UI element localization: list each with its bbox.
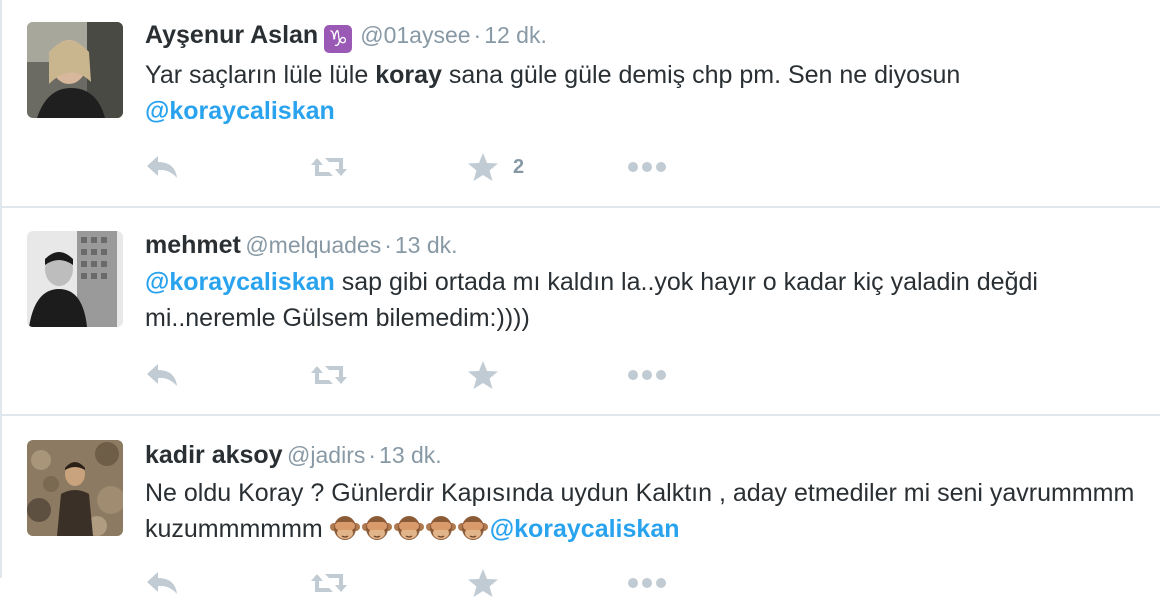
more-button[interactable] bbox=[627, 358, 667, 392]
see-no-evil-monkey-icon bbox=[329, 516, 360, 540]
more-button[interactable] bbox=[627, 150, 667, 184]
star-icon bbox=[468, 569, 498, 597]
separator: · bbox=[384, 232, 392, 258]
see-no-evil-monkey-icon bbox=[457, 516, 488, 540]
user-name[interactable]: Ayşenur Aslan bbox=[145, 21, 318, 49]
tweet-header: kadir aksoy @jadirs · 13 dk. bbox=[145, 438, 442, 472]
more-button[interactable] bbox=[627, 566, 667, 600]
see-no-evil-monkey-icon bbox=[425, 516, 456, 540]
retweet-button[interactable] bbox=[309, 150, 349, 184]
avatar[interactable] bbox=[27, 22, 123, 118]
avatar[interactable] bbox=[27, 231, 123, 327]
favorite-button[interactable]: 2 bbox=[467, 150, 524, 184]
separator: · bbox=[473, 22, 482, 48]
mention-link[interactable]: @koraycaliskan bbox=[145, 97, 335, 125]
tweet-header: mehmet @melquades · 13 dk. bbox=[145, 228, 458, 262]
user-name[interactable]: mehmet bbox=[145, 231, 241, 259]
avatar-image bbox=[27, 231, 123, 327]
retweet-icon bbox=[311, 574, 347, 592]
capricorn-badge-icon: ♑ bbox=[324, 25, 353, 53]
user-handle[interactable]: @melquades bbox=[245, 232, 381, 258]
tweet[interactable]: kadir aksoy @jadirs · 13 dk. Ne oldu Koray… bbox=[0, 416, 1160, 597]
more-icon bbox=[628, 370, 666, 380]
reply-icon bbox=[147, 572, 177, 594]
text-part: Yar saçların lüle lüle bbox=[145, 61, 376, 89]
tweet-text: Yar saçların lüle lüle koray sana güle g… bbox=[145, 57, 1145, 129]
tweet-text: @koraycaliskan sap gibi ortada mı kaldın… bbox=[145, 264, 1145, 336]
retweet-button[interactable] bbox=[309, 566, 349, 600]
favorite-button[interactable] bbox=[467, 358, 499, 392]
user-handle[interactable]: @jadirs bbox=[287, 442, 365, 468]
tweet[interactable]: Ayşenur Aslan ♑ @01aysee · 12 dk. Yar saçlar… bbox=[0, 0, 1160, 208]
tweet-header: Ayşenur Aslan ♑ @01aysee · 12 dk. bbox=[145, 18, 547, 53]
avatar[interactable] bbox=[27, 440, 123, 536]
user-name[interactable]: kadir aksoy bbox=[145, 441, 283, 469]
timestamp[interactable]: 13 dk. bbox=[395, 232, 458, 258]
user-handle[interactable]: @01aysee bbox=[360, 22, 470, 48]
text-bold-part: koray bbox=[375, 61, 442, 89]
text-part: sana güle güle demiş chp pm. Sen ne diyo… bbox=[441, 61, 961, 89]
mention-link[interactable]: @koraycaliskan bbox=[490, 515, 680, 543]
see-no-evil-monkey-icon bbox=[393, 516, 424, 540]
reply-button[interactable] bbox=[145, 358, 179, 392]
star-icon bbox=[468, 153, 498, 181]
separator: · bbox=[368, 442, 377, 468]
reply-icon bbox=[147, 156, 177, 178]
more-icon bbox=[628, 578, 666, 588]
more-icon bbox=[628, 162, 666, 172]
favorite-button[interactable] bbox=[467, 566, 499, 600]
avatar-image bbox=[27, 440, 123, 536]
timestamp[interactable]: 13 dk. bbox=[379, 442, 442, 468]
favorite-count: 2 bbox=[513, 155, 525, 178]
star-icon bbox=[468, 361, 498, 389]
monkey-emoji-group bbox=[329, 515, 490, 543]
reply-button[interactable] bbox=[145, 566, 179, 600]
retweet-icon bbox=[311, 366, 347, 384]
reply-button[interactable] bbox=[145, 150, 179, 184]
tweet-text: Ne oldu Koray ? Günlerdir Kapısında uydu… bbox=[145, 475, 1145, 547]
tweet[interactable]: mehmet @melquades · 13 dk. @koraycaliskan … bbox=[0, 208, 1160, 416]
see-no-evil-monkey-icon bbox=[361, 516, 392, 540]
timestamp[interactable]: 12 dk. bbox=[484, 22, 547, 48]
reply-icon bbox=[147, 364, 177, 386]
retweet-icon bbox=[311, 158, 347, 176]
avatar-image bbox=[27, 22, 123, 118]
retweet-button[interactable] bbox=[309, 358, 349, 392]
mention-link[interactable]: @koraycaliskan bbox=[145, 268, 335, 296]
